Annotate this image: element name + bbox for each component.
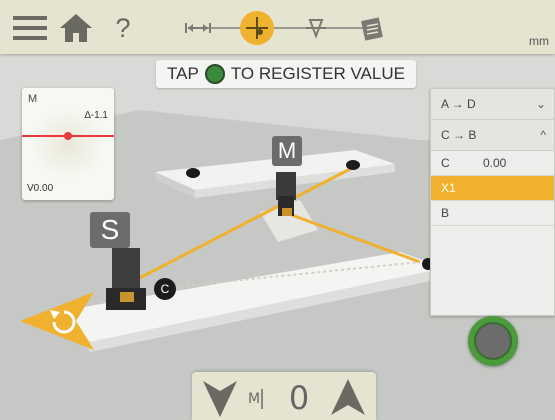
bottom-control-bar: M 0 xyxy=(192,372,376,420)
panel-header-a-d[interactable]: A → D ⌄ xyxy=(431,89,554,120)
zero-set-button[interactable]: M xyxy=(246,376,274,420)
help-button[interactable]: ? xyxy=(110,11,136,45)
top-bar: ? mm xyxy=(0,0,555,54)
mini-view-title: M xyxy=(28,93,38,105)
panel-row-c[interactable]: C 0.00 xyxy=(431,151,554,176)
row-label: X1 xyxy=(441,181,456,195)
laser-dot xyxy=(64,132,72,140)
clipboard-report-icon xyxy=(361,17,383,41)
steps-connector xyxy=(200,27,370,29)
row-value: 0.00 xyxy=(483,156,507,170)
arrow-down-icon xyxy=(203,381,237,417)
menu-button[interactable] xyxy=(8,11,52,45)
decrease-button[interactable] xyxy=(200,376,240,420)
reset-button[interactable] xyxy=(20,292,94,350)
step-report[interactable] xyxy=(356,12,388,44)
panel-header-c-b[interactable]: C → B ^ xyxy=(431,120,554,151)
panel-header-label: A → D xyxy=(441,97,476,111)
arrow-up-icon xyxy=(331,379,365,415)
measurement-panel: A → D ⌄ C → B ^ C 0.00 X1 B xyxy=(430,88,555,316)
hamburger-menu-icon xyxy=(13,16,47,40)
marker-m: M xyxy=(272,136,302,166)
alignment-down-icon xyxy=(306,19,326,39)
crosshair-target-icon xyxy=(246,17,268,39)
mini-view-value: V0.00 xyxy=(27,183,54,194)
row-label: C xyxy=(441,156,450,170)
level-mini-view[interactable]: M ∆-1.1 V0.00 xyxy=(22,88,114,200)
point-c-pin: C xyxy=(154,278,176,300)
mini-view-deviation: ∆-1.1 xyxy=(84,110,108,121)
chevron-down-icon: ⌄ xyxy=(535,97,546,111)
workflow-steps xyxy=(170,8,400,48)
row-label: B xyxy=(441,206,450,220)
distance-measure-icon xyxy=(185,23,211,33)
unit-label: mm xyxy=(529,34,549,48)
banner-prefix: TAP xyxy=(167,64,199,83)
offset-value: 0 xyxy=(288,379,310,417)
chevron-up-icon: ^ xyxy=(540,128,546,142)
panel-header-label: C → B xyxy=(441,128,477,142)
panel-row-b[interactable]: B xyxy=(431,201,554,226)
home-icon xyxy=(60,14,92,42)
panel-row-x1[interactable]: X1 xyxy=(431,176,554,201)
register-value-button[interactable] xyxy=(468,316,518,366)
step-alignment[interactable] xyxy=(300,12,332,44)
svg-text:M: M xyxy=(248,391,260,407)
point-pin xyxy=(346,160,360,170)
step-target[interactable] xyxy=(240,11,274,45)
increase-button[interactable] xyxy=(328,376,368,420)
step-distance[interactable] xyxy=(182,12,214,44)
home-button[interactable] xyxy=(56,11,96,45)
instruction-banner: TAP TO REGISTER VALUE xyxy=(156,60,416,88)
zero-set-icon: M xyxy=(248,389,263,409)
banner-suffix: TO REGISTER VALUE xyxy=(230,64,405,83)
marker-s: S xyxy=(90,212,130,248)
reset-arrow-icon xyxy=(20,292,94,350)
register-dot-icon xyxy=(204,64,225,84)
point-pin xyxy=(186,168,200,178)
register-button-inner xyxy=(474,322,512,360)
